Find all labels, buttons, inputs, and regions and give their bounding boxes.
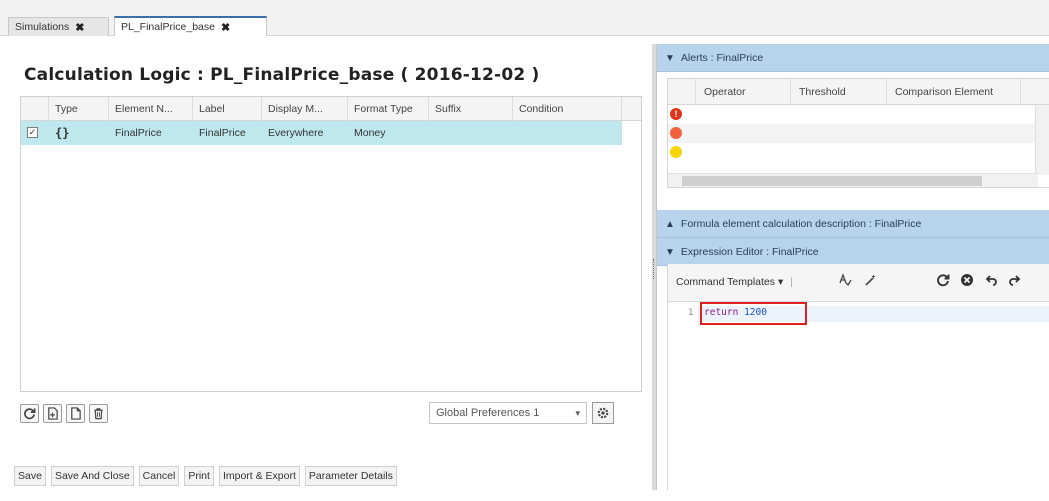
add-element-button[interactable] xyxy=(43,404,62,423)
tab-simulations[interactable]: Simulations ✖ xyxy=(8,17,109,36)
page-title: Calculation Logic : PL_FinalPrice_base (… xyxy=(24,65,540,85)
column-header-comparison-element[interactable]: Comparison Element xyxy=(887,79,1021,105)
caret-down-icon: ▾ xyxy=(777,276,784,288)
chevron-down-icon: ▼ xyxy=(665,53,675,64)
spellcheck-icon xyxy=(839,273,852,287)
alert-row-red[interactable]: ! xyxy=(668,105,1036,124)
tab-label: Simulations xyxy=(15,21,70,33)
grid-header: Type Element N... Label Display M... For… xyxy=(21,97,641,121)
table-row[interactable]: ✓ {} FinalPrice FinalPrice Everywhere Mo… xyxy=(21,121,622,145)
expression-editor-header[interactable]: ▼ Expression Editor : FinalPrice xyxy=(657,238,1049,266)
line-number-gutter xyxy=(668,302,698,490)
alert-row-orange[interactable] xyxy=(668,124,1036,143)
element-type-icon: {} xyxy=(55,126,70,140)
magic-wand-icon xyxy=(865,274,876,286)
command-templates-label: Command Templates xyxy=(676,276,776,288)
format-code-button[interactable] xyxy=(864,273,878,291)
tab-bar: Simulations ✖ PL_FinalPrice_base ✖ xyxy=(0,0,1049,36)
add-document-icon xyxy=(48,407,58,420)
cell-format-type[interactable]: Money xyxy=(348,121,429,145)
expression-header-label: Expression Editor : FinalPrice xyxy=(680,246,819,258)
save-and-close-button[interactable]: Save And Close xyxy=(50,466,134,486)
refresh-button[interactable] xyxy=(20,404,39,423)
bottom-action-bar: Save Save And Close Cancel Print Import … xyxy=(14,466,397,486)
import-export-button[interactable]: Import & Export xyxy=(218,466,300,486)
details-panel: ▼ Alerts : FinalPrice Operator Threshold … xyxy=(656,44,1049,490)
orange-dot-icon xyxy=(670,127,682,139)
yellow-dot-icon xyxy=(670,146,682,158)
column-header-element-name[interactable]: Element N... xyxy=(109,97,193,121)
delete-element-button[interactable] xyxy=(89,404,108,423)
undo-icon xyxy=(985,275,997,286)
splitter-grip[interactable] xyxy=(653,259,655,279)
column-header-display-mode[interactable]: Display M... xyxy=(262,97,348,121)
command-templates-dropdown[interactable]: Command Templates ▾ | xyxy=(676,276,793,288)
undo-button[interactable] xyxy=(984,273,998,291)
formula-header-label: Formula element calculation description … xyxy=(680,218,922,230)
chevron-up-icon: ▲ xyxy=(665,219,675,230)
print-button[interactable]: Print xyxy=(184,466,214,486)
line-number: 1 xyxy=(688,308,694,318)
close-icon[interactable]: ✖ xyxy=(221,21,230,34)
cell-suffix[interactable] xyxy=(429,121,513,145)
chevron-down-icon: ▼ xyxy=(665,247,675,258)
editor-toolbar: Command Templates ▾ | xyxy=(668,264,1049,302)
formula-description-header[interactable]: ▲ Formula element calculation description… xyxy=(657,210,1049,238)
editor-refresh-button[interactable] xyxy=(936,273,950,291)
redo-icon xyxy=(1009,275,1021,286)
gear-icon xyxy=(597,407,609,419)
column-header-level[interactable] xyxy=(668,79,696,105)
cell-label[interactable]: FinalPrice xyxy=(193,121,262,145)
column-header-format-type[interactable]: Format Type xyxy=(348,97,429,121)
alerts-grid-header: Operator Threshold Comparison Element xyxy=(668,79,1049,105)
calculation-logic-grid: Type Element N... Label Display M... For… xyxy=(20,96,642,392)
alerts-header-label: Alerts : FinalPrice xyxy=(680,52,764,64)
row-checkbox[interactable]: ✓ xyxy=(27,127,38,138)
column-header-label[interactable]: Label xyxy=(193,97,262,121)
column-header-threshold[interactable]: Threshold xyxy=(791,79,887,105)
expression-editor: Command Templates ▾ | 1 return 1200 xyxy=(667,264,1049,490)
close-icon[interactable]: ✖ xyxy=(75,21,84,34)
circle-x-icon xyxy=(961,274,973,286)
column-header-type[interactable]: Type xyxy=(49,97,109,121)
refresh-icon xyxy=(937,274,950,287)
highlight-box xyxy=(700,302,807,325)
column-header-operator[interactable]: Operator xyxy=(696,79,791,105)
redo-button[interactable] xyxy=(1008,273,1022,291)
save-button[interactable]: Save xyxy=(14,466,46,486)
alerts-grid: Operator Threshold Comparison Element ! xyxy=(667,78,1049,188)
toolbar-divider: | xyxy=(790,276,793,288)
preferences-value: Global Preferences 1 xyxy=(436,407,540,419)
editor-clear-button[interactable] xyxy=(960,273,974,291)
chevron-down-icon: ▾ xyxy=(575,408,580,418)
parameter-details-button[interactable]: Parameter Details xyxy=(304,466,397,486)
tab-label: PL_FinalPrice_base xyxy=(121,21,215,33)
copy-element-button[interactable] xyxy=(66,404,85,423)
cancel-button[interactable]: Cancel xyxy=(138,466,180,486)
calculation-logic-panel: Calculation Logic : PL_FinalPrice_base (… xyxy=(0,37,652,501)
preferences-settings-button[interactable] xyxy=(592,402,614,424)
column-header-select[interactable] xyxy=(21,97,49,121)
cell-condition[interactable] xyxy=(513,121,622,145)
exclamation-icon: ! xyxy=(670,108,682,120)
horizontal-scrollbar[interactable] xyxy=(668,173,1038,187)
spellcheck-button[interactable] xyxy=(838,273,852,291)
column-header-condition[interactable]: Condition xyxy=(513,97,622,121)
trash-icon xyxy=(94,408,103,420)
alert-row-yellow[interactable] xyxy=(668,143,1036,162)
cell-element-name[interactable]: FinalPrice xyxy=(109,121,193,145)
tab-pl-finalprice-base[interactable]: PL_FinalPrice_base ✖ xyxy=(114,16,267,36)
vertical-scrollbar[interactable] xyxy=(1035,105,1049,175)
column-header-suffix[interactable]: Suffix xyxy=(429,97,513,121)
document-icon xyxy=(71,407,81,420)
scrollbar-thumb[interactable] xyxy=(682,176,982,186)
alerts-section-header[interactable]: ▼ Alerts : FinalPrice xyxy=(657,44,1049,72)
preferences-select[interactable]: Global Preferences 1 ▾ xyxy=(429,402,587,424)
refresh-icon xyxy=(24,408,36,420)
cell-display-mode[interactable]: Everywhere xyxy=(262,121,348,145)
